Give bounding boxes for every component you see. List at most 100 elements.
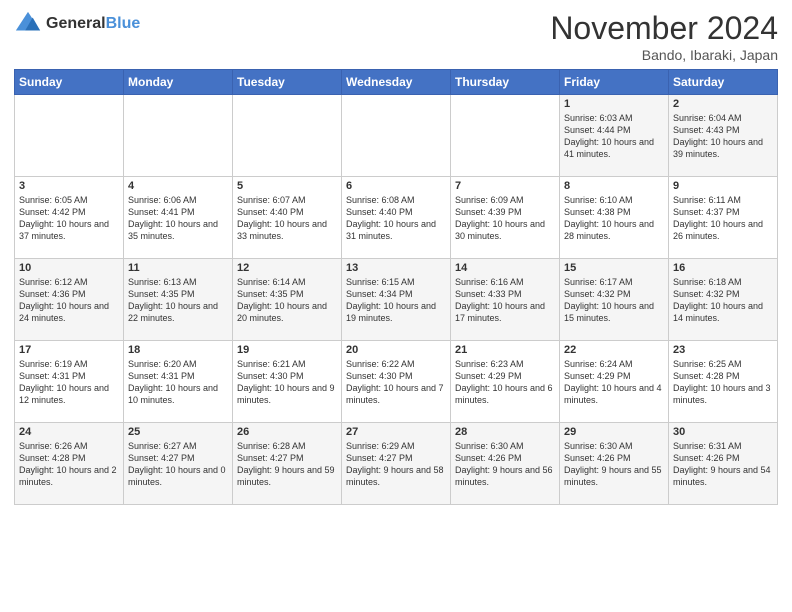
day-info: Sunrise: 6:23 AM Sunset: 4:29 PM Dayligh… bbox=[455, 358, 555, 407]
day-number: 14 bbox=[455, 262, 555, 274]
day-number: 30 bbox=[673, 426, 773, 438]
cell-3-0: 17 Sunrise: 6:19 AM Sunset: 4:31 PM Dayli… bbox=[15, 341, 124, 423]
cell-3-4: 21Sunrise: 6:23 AM Sunset: 4:29 PM Dayli… bbox=[451, 341, 560, 423]
cell-1-0: 3 Sunrise: 6:05 AM Sunset: 4:42 PM Daylig… bbox=[15, 177, 124, 259]
col-monday: Monday bbox=[124, 70, 233, 95]
col-thursday: Thursday bbox=[451, 70, 560, 95]
day-info: Sunrise: 6:19 AM Sunset: 4:31 PM Dayligh… bbox=[19, 358, 119, 407]
cell-1-5: 8 Sunrise: 6:10 AM Sunset: 4:38 PM Daylig… bbox=[560, 177, 669, 259]
page-container: GeneralBlue November 2024 Bando, Ibaraki… bbox=[0, 0, 792, 515]
col-saturday: Saturday bbox=[669, 70, 778, 95]
cell-0-2 bbox=[233, 95, 342, 177]
day-number: 27 bbox=[346, 426, 446, 438]
day-info: Sunrise: 6:16 AM Sunset: 4:33 PM Dayligh… bbox=[455, 276, 555, 325]
day-info: Sunrise: 6:07 AM Sunset: 4:40 PM Dayligh… bbox=[237, 194, 337, 243]
cell-4-4: 28Sunrise: 6:30 AM Sunset: 4:26 PM Dayli… bbox=[451, 423, 560, 505]
day-info: Sunrise: 6:18 AM Sunset: 4:32 PM Dayligh… bbox=[673, 276, 773, 325]
day-number: 6 bbox=[346, 180, 446, 192]
cell-0-6: 2 Sunrise: 6:04 AM Sunset: 4:43 PM Daylig… bbox=[669, 95, 778, 177]
cell-4-6: 30 Sunrise: 6:31 AM Sunset: 4:26 PM Dayli… bbox=[669, 423, 778, 505]
col-friday: Friday bbox=[560, 70, 669, 95]
logo-icon bbox=[14, 10, 42, 38]
day-info: Sunrise: 6:13 AM Sunset: 4:35 PM Dayligh… bbox=[128, 276, 228, 325]
day-info: Sunrise: 6:05 AM Sunset: 4:42 PM Dayligh… bbox=[19, 194, 119, 243]
day-info: Sunrise: 6:04 AM Sunset: 4:43 PM Dayligh… bbox=[673, 112, 773, 161]
day-number: 3 bbox=[19, 180, 119, 192]
cell-1-2: 5 Sunrise: 6:07 AM Sunset: 4:40 PM Daylig… bbox=[233, 177, 342, 259]
day-number: 10 bbox=[19, 262, 119, 274]
cell-4-5: 29 Sunrise: 6:30 AM Sunset: 4:26 PM Dayli… bbox=[560, 423, 669, 505]
cell-2-1: 11 Sunrise: 6:13 AM Sunset: 4:35 PM Dayli… bbox=[124, 259, 233, 341]
cell-4-1: 25 Sunrise: 6:27 AM Sunset: 4:27 PM Dayli… bbox=[124, 423, 233, 505]
month-title: November 2024 bbox=[550, 10, 778, 47]
cell-3-1: 18 Sunrise: 6:20 AM Sunset: 4:31 PM Dayli… bbox=[124, 341, 233, 423]
col-tuesday: Tuesday bbox=[233, 70, 342, 95]
day-number: 26 bbox=[237, 426, 337, 438]
cell-4-2: 26 Sunrise: 6:28 AM Sunset: 4:27 PM Dayli… bbox=[233, 423, 342, 505]
cell-0-1 bbox=[124, 95, 233, 177]
day-info: Sunrise: 6:27 AM Sunset: 4:27 PM Dayligh… bbox=[128, 440, 228, 489]
header-row: Sunday Monday Tuesday Wednesday Thursday… bbox=[15, 70, 778, 95]
day-number: 18 bbox=[128, 344, 228, 356]
day-number: 8 bbox=[564, 180, 664, 192]
day-number: 20 bbox=[346, 344, 446, 356]
week-row-0: 1Sunrise: 6:03 AM Sunset: 4:44 PM Daylig… bbox=[15, 95, 778, 177]
day-number: 11 bbox=[128, 262, 228, 274]
day-info: Sunrise: 6:20 AM Sunset: 4:31 PM Dayligh… bbox=[128, 358, 228, 407]
cell-3-2: 19 Sunrise: 6:21 AM Sunset: 4:30 PM Dayli… bbox=[233, 341, 342, 423]
day-number: 12 bbox=[237, 262, 337, 274]
day-info: Sunrise: 6:26 AM Sunset: 4:28 PM Dayligh… bbox=[19, 440, 119, 489]
location: Bando, Ibaraki, Japan bbox=[550, 47, 778, 63]
day-number: 29 bbox=[564, 426, 664, 438]
col-wednesday: Wednesday bbox=[342, 70, 451, 95]
cell-4-3: 27 Sunrise: 6:29 AM Sunset: 4:27 PM Dayli… bbox=[342, 423, 451, 505]
day-info: Sunrise: 6:25 AM Sunset: 4:28 PM Dayligh… bbox=[673, 358, 773, 407]
cell-0-0 bbox=[15, 95, 124, 177]
week-row-1: 3 Sunrise: 6:05 AM Sunset: 4:42 PM Daylig… bbox=[15, 177, 778, 259]
day-info: Sunrise: 6:17 AM Sunset: 4:32 PM Dayligh… bbox=[564, 276, 664, 325]
day-number: 16 bbox=[673, 262, 773, 274]
day-number: 5 bbox=[237, 180, 337, 192]
cell-4-0: 24 Sunrise: 6:26 AM Sunset: 4:28 PM Dayli… bbox=[15, 423, 124, 505]
cell-2-5: 15Sunrise: 6:17 AM Sunset: 4:32 PM Dayli… bbox=[560, 259, 669, 341]
header: GeneralBlue November 2024 Bando, Ibaraki… bbox=[14, 10, 778, 63]
day-info: Sunrise: 6:22 AM Sunset: 4:30 PM Dayligh… bbox=[346, 358, 446, 407]
day-number: 9 bbox=[673, 180, 773, 192]
day-number: 4 bbox=[128, 180, 228, 192]
day-info: Sunrise: 6:28 AM Sunset: 4:27 PM Dayligh… bbox=[237, 440, 337, 489]
day-info: Sunrise: 6:31 AM Sunset: 4:26 PM Dayligh… bbox=[673, 440, 773, 489]
cell-2-2: 12 Sunrise: 6:14 AM Sunset: 4:35 PM Dayli… bbox=[233, 259, 342, 341]
day-info: Sunrise: 6:09 AM Sunset: 4:39 PM Dayligh… bbox=[455, 194, 555, 243]
cell-0-5: 1Sunrise: 6:03 AM Sunset: 4:44 PM Daylig… bbox=[560, 95, 669, 177]
cell-3-6: 23 Sunrise: 6:25 AM Sunset: 4:28 PM Dayli… bbox=[669, 341, 778, 423]
day-info: Sunrise: 6:21 AM Sunset: 4:30 PM Dayligh… bbox=[237, 358, 337, 407]
day-number: 24 bbox=[19, 426, 119, 438]
day-info: Sunrise: 6:15 AM Sunset: 4:34 PM Dayligh… bbox=[346, 276, 446, 325]
cell-2-3: 13Sunrise: 6:15 AM Sunset: 4:34 PM Dayli… bbox=[342, 259, 451, 341]
cell-0-3 bbox=[342, 95, 451, 177]
day-info: Sunrise: 6:12 AM Sunset: 4:36 PM Dayligh… bbox=[19, 276, 119, 325]
day-info: Sunrise: 6:08 AM Sunset: 4:40 PM Dayligh… bbox=[346, 194, 446, 243]
day-number: 2 bbox=[673, 98, 773, 110]
day-number: 25 bbox=[128, 426, 228, 438]
calendar-table: Sunday Monday Tuesday Wednesday Thursday… bbox=[14, 69, 778, 505]
day-number: 17 bbox=[19, 344, 119, 356]
week-row-2: 10 Sunrise: 6:12 AM Sunset: 4:36 PM Dayli… bbox=[15, 259, 778, 341]
cell-2-4: 14 Sunrise: 6:16 AM Sunset: 4:33 PM Dayli… bbox=[451, 259, 560, 341]
week-row-4: 24 Sunrise: 6:26 AM Sunset: 4:28 PM Dayli… bbox=[15, 423, 778, 505]
day-info: Sunrise: 6:14 AM Sunset: 4:35 PM Dayligh… bbox=[237, 276, 337, 325]
cell-3-3: 20 Sunrise: 6:22 AM Sunset: 4:30 PM Dayli… bbox=[342, 341, 451, 423]
week-row-3: 17 Sunrise: 6:19 AM Sunset: 4:31 PM Dayli… bbox=[15, 341, 778, 423]
logo-line1: General bbox=[46, 15, 106, 32]
day-info: Sunrise: 6:03 AM Sunset: 4:44 PM Dayligh… bbox=[564, 112, 664, 161]
day-number: 19 bbox=[237, 344, 337, 356]
cell-1-4: 7Sunrise: 6:09 AM Sunset: 4:39 PM Daylig… bbox=[451, 177, 560, 259]
day-info: Sunrise: 6:10 AM Sunset: 4:38 PM Dayligh… bbox=[564, 194, 664, 243]
day-number: 28 bbox=[455, 426, 555, 438]
day-number: 23 bbox=[673, 344, 773, 356]
day-info: Sunrise: 6:29 AM Sunset: 4:27 PM Dayligh… bbox=[346, 440, 446, 489]
day-info: Sunrise: 6:30 AM Sunset: 4:26 PM Dayligh… bbox=[564, 440, 664, 489]
cell-2-0: 10 Sunrise: 6:12 AM Sunset: 4:36 PM Dayli… bbox=[15, 259, 124, 341]
title-block: November 2024 Bando, Ibaraki, Japan bbox=[550, 10, 778, 63]
cell-1-6: 9Sunrise: 6:11 AM Sunset: 4:37 PM Daylig… bbox=[669, 177, 778, 259]
